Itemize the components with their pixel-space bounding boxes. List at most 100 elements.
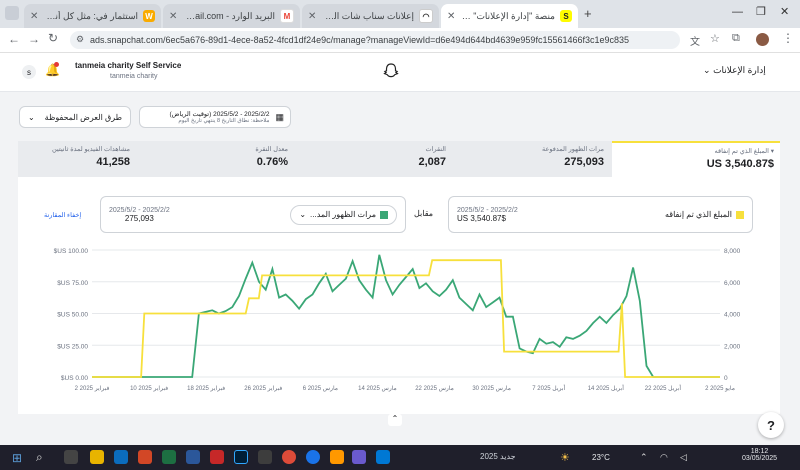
- help-icon[interactable]: ?: [758, 412, 784, 438]
- snapchat-ghost-icon: ◠: [419, 9, 433, 23]
- url-text: ads.snapchat.com/6ec5a676-89d1-4ece-8a52…: [90, 35, 630, 45]
- metric-card-clicks[interactable]: النقرات 2,087: [296, 141, 452, 175]
- x-tick-label: 14 أبريل 2025: [588, 383, 625, 392]
- url-bar[interactable]: ⚙ ads.snapchat.com/6ec5a676-89d1-4ece-8a…: [70, 31, 680, 49]
- clock-date: 03/05/2025: [742, 455, 778, 462]
- saved-views-dropdown[interactable]: ⌄ طرق العرض المحفوظة: [19, 106, 131, 128]
- notes-icon[interactable]: [352, 450, 366, 464]
- metric-label: معدل النقرة: [255, 146, 288, 153]
- windows-taskbar: ⊞ ⌕ 2025 جديد ☀ 23°C ⌃ ◠ ◁ 18:12 03/05/2…: [0, 445, 800, 470]
- word-icon[interactable]: [186, 450, 200, 464]
- avatar[interactable]: s: [22, 65, 36, 79]
- maximize-icon[interactable]: ❐: [756, 5, 766, 18]
- chrome-icon[interactable]: [282, 450, 296, 464]
- tray-chevron-icon[interactable]: ⌃: [640, 452, 648, 463]
- app-icon[interactable]: [258, 450, 272, 464]
- legend-swatch-impressions: [380, 210, 388, 219]
- date-range-text: 2025/2/2 - 2025/5/2 (توقيت الرياض): [169, 111, 270, 118]
- photoshop-icon[interactable]: [234, 450, 248, 464]
- chevron-down-icon: ▾: [768, 148, 774, 155]
- chevron-down-icon: ⌄: [703, 65, 711, 75]
- date-range-picker[interactable]: ▦ 2025/2/2 - 2025/5/2 (توقيت الرياض) ملا…: [139, 106, 291, 128]
- y-left-tick-label: $US 50.00: [57, 312, 88, 319]
- volume-icon[interactable]: ◁: [680, 452, 687, 463]
- x-tick-label: 18 فبراير 2025: [187, 385, 225, 392]
- metric-card-impressions[interactable]: مرات الظهور المدفوعة 275,093: [454, 141, 610, 175]
- y-left-tick-label: $US 25.00: [57, 343, 88, 350]
- task-view-icon[interactable]: [64, 450, 78, 464]
- metric-label: مرات الظهور المدفوعة: [541, 146, 604, 153]
- y-right-tick-label: 0: [724, 375, 728, 382]
- outlook-icon[interactable]: [376, 450, 390, 464]
- spend-impressions-chart: $US 100.00 $US 75.00 $US 50.00 $US 25.00 $US…: [54, 248, 741, 392]
- tab-favicon-icon: W: [143, 10, 155, 22]
- browser-tab-3[interactable]: ◠ إعلانات سناب شات الوصول إلى ✕: [302, 4, 439, 28]
- tab-search-icon[interactable]: [5, 6, 19, 20]
- reload-icon[interactable]: ↻: [48, 31, 58, 45]
- wifi-icon[interactable]: ◠: [660, 452, 668, 463]
- windows-start-icon[interactable]: ⊞: [12, 451, 22, 465]
- taskbar-search-icon[interactable]: ⌕: [36, 450, 43, 465]
- acrobat-icon[interactable]: [210, 450, 224, 464]
- tab-close-icon[interactable]: ✕: [30, 11, 38, 22]
- y-left-tick-label: $US 75.00: [57, 280, 88, 287]
- tab-close-icon[interactable]: ✕: [308, 11, 316, 22]
- primary-metric-box[interactable]: المبلغ الذي تم إنفاقه 2025/2/2 - 2025/5/…: [448, 196, 753, 233]
- file-explorer-icon[interactable]: [90, 450, 104, 464]
- bookmark-star-icon[interactable]: ☆: [710, 32, 720, 45]
- browser-menu-icon[interactable]: ⋮: [782, 31, 794, 45]
- snapchat-ghost-icon[interactable]: [382, 62, 400, 80]
- metric-label: المبلغ الذي تم إنفاقه: [714, 148, 769, 155]
- metrics-row: ▾ المبلغ الذي تم إنفاقه $US 3,540.87 مرا…: [18, 141, 780, 179]
- profile-avatar[interactable]: [756, 33, 769, 46]
- forward-icon[interactable]: →: [28, 32, 40, 46]
- secondary-metric-select[interactable]: مرات الظهور المد... ⌄: [290, 204, 397, 225]
- tab-close-icon[interactable]: ✕: [169, 11, 177, 22]
- secondary-range: 2025/2/2 - 2025/5/2: [109, 206, 170, 214]
- series-line-impressions: [92, 254, 720, 378]
- saved-views-label: طرق العرض المحفوظة: [44, 112, 122, 122]
- metric-card-ctr[interactable]: معدل النقرة 0.76%: [138, 141, 294, 175]
- chrome-profile-icon[interactable]: [306, 450, 320, 464]
- tab-close-icon[interactable]: ✕: [447, 11, 455, 22]
- clock[interactable]: 18:12 03/05/2025: [742, 448, 777, 462]
- temperature: 23°C: [592, 453, 610, 462]
- back-icon[interactable]: ←: [8, 32, 20, 46]
- powerpoint-icon[interactable]: [138, 450, 152, 464]
- browser-tab-4-active[interactable]: S منصة "إدارة الإعلانات" على سناب ✕: [441, 4, 578, 28]
- tab-title: البريد الوارد - Gmail@gmail.com: [182, 10, 275, 21]
- x-tick-label: 22 مارس 2025: [415, 385, 454, 392]
- secondary-value: 275,093: [124, 213, 154, 223]
- new-tab-button[interactable]: +: [584, 6, 592, 21]
- metric-card-video-views[interactable]: مشاهدات الفيديو لمدة ثانيتين 41,258: [18, 141, 136, 175]
- x-tick-label: 7 أبريل 2025: [532, 383, 565, 392]
- excel-icon[interactable]: [162, 450, 176, 464]
- metric-card-spend[interactable]: ▾ المبلغ الذي تم إنفاقه $US 3,540.87: [612, 141, 780, 179]
- browser-tab-1[interactable]: W استثمار في: مثل كل أنواع العدة ✕: [24, 4, 161, 28]
- browser-tab-bar: W استثمار في: مثل كل أنواع العدة ✕ M الب…: [0, 0, 800, 28]
- site-info-icon[interactable]: ⚙: [76, 34, 84, 45]
- clock-time: 18:12: [750, 448, 769, 455]
- translate-icon[interactable]: 文: [690, 33, 700, 48]
- secondary-metric-label: مرات الظهور المد...: [310, 210, 376, 219]
- manage-ads-label: إدارة الإعلانات: [713, 65, 766, 75]
- address-bar-row: ← → ↻ ⚙ ads.snapchat.com/6ec5a676-89d1-4…: [0, 28, 800, 53]
- vlc-icon[interactable]: [330, 450, 344, 464]
- x-tick-label: 14 مارس 2025: [358, 385, 397, 392]
- metric-label: مشاهدات الفيديو لمدة ثانيتين: [51, 146, 130, 153]
- metric-value: 41,258: [96, 156, 130, 168]
- secondary-metric-box[interactable]: مرات الظهور المد... ⌄ 2025/2/2 - 2025/5/…: [100, 196, 406, 233]
- collapse-chevron-icon[interactable]: ⌃: [388, 414, 402, 426]
- org-name[interactable]: tanmeia charity Self Service: [75, 61, 181, 70]
- extensions-icon[interactable]: ⧉: [732, 32, 740, 45]
- browser-tab-2[interactable]: M البريد الوارد - Gmail@gmail.com ✕: [163, 4, 300, 28]
- x-tick-label: 10 فبراير 2025: [130, 385, 168, 392]
- minimize-icon[interactable]: —: [732, 6, 743, 18]
- close-window-icon[interactable]: ✕: [780, 5, 789, 18]
- ads-manager-header: s 🔔 tanmeia charity Self Service tanmeia…: [0, 53, 800, 92]
- hide-comparison-link[interactable]: إخفاء المقارنة: [44, 211, 81, 219]
- manage-ads-dropdown[interactable]: ⌄ إدارة الإعلانات: [703, 65, 766, 76]
- tab-title: استثمار في: مثل كل أنواع العدة: [43, 10, 138, 21]
- y-right-tick-label: 8,000: [724, 248, 741, 255]
- edge-icon[interactable]: [114, 450, 128, 464]
